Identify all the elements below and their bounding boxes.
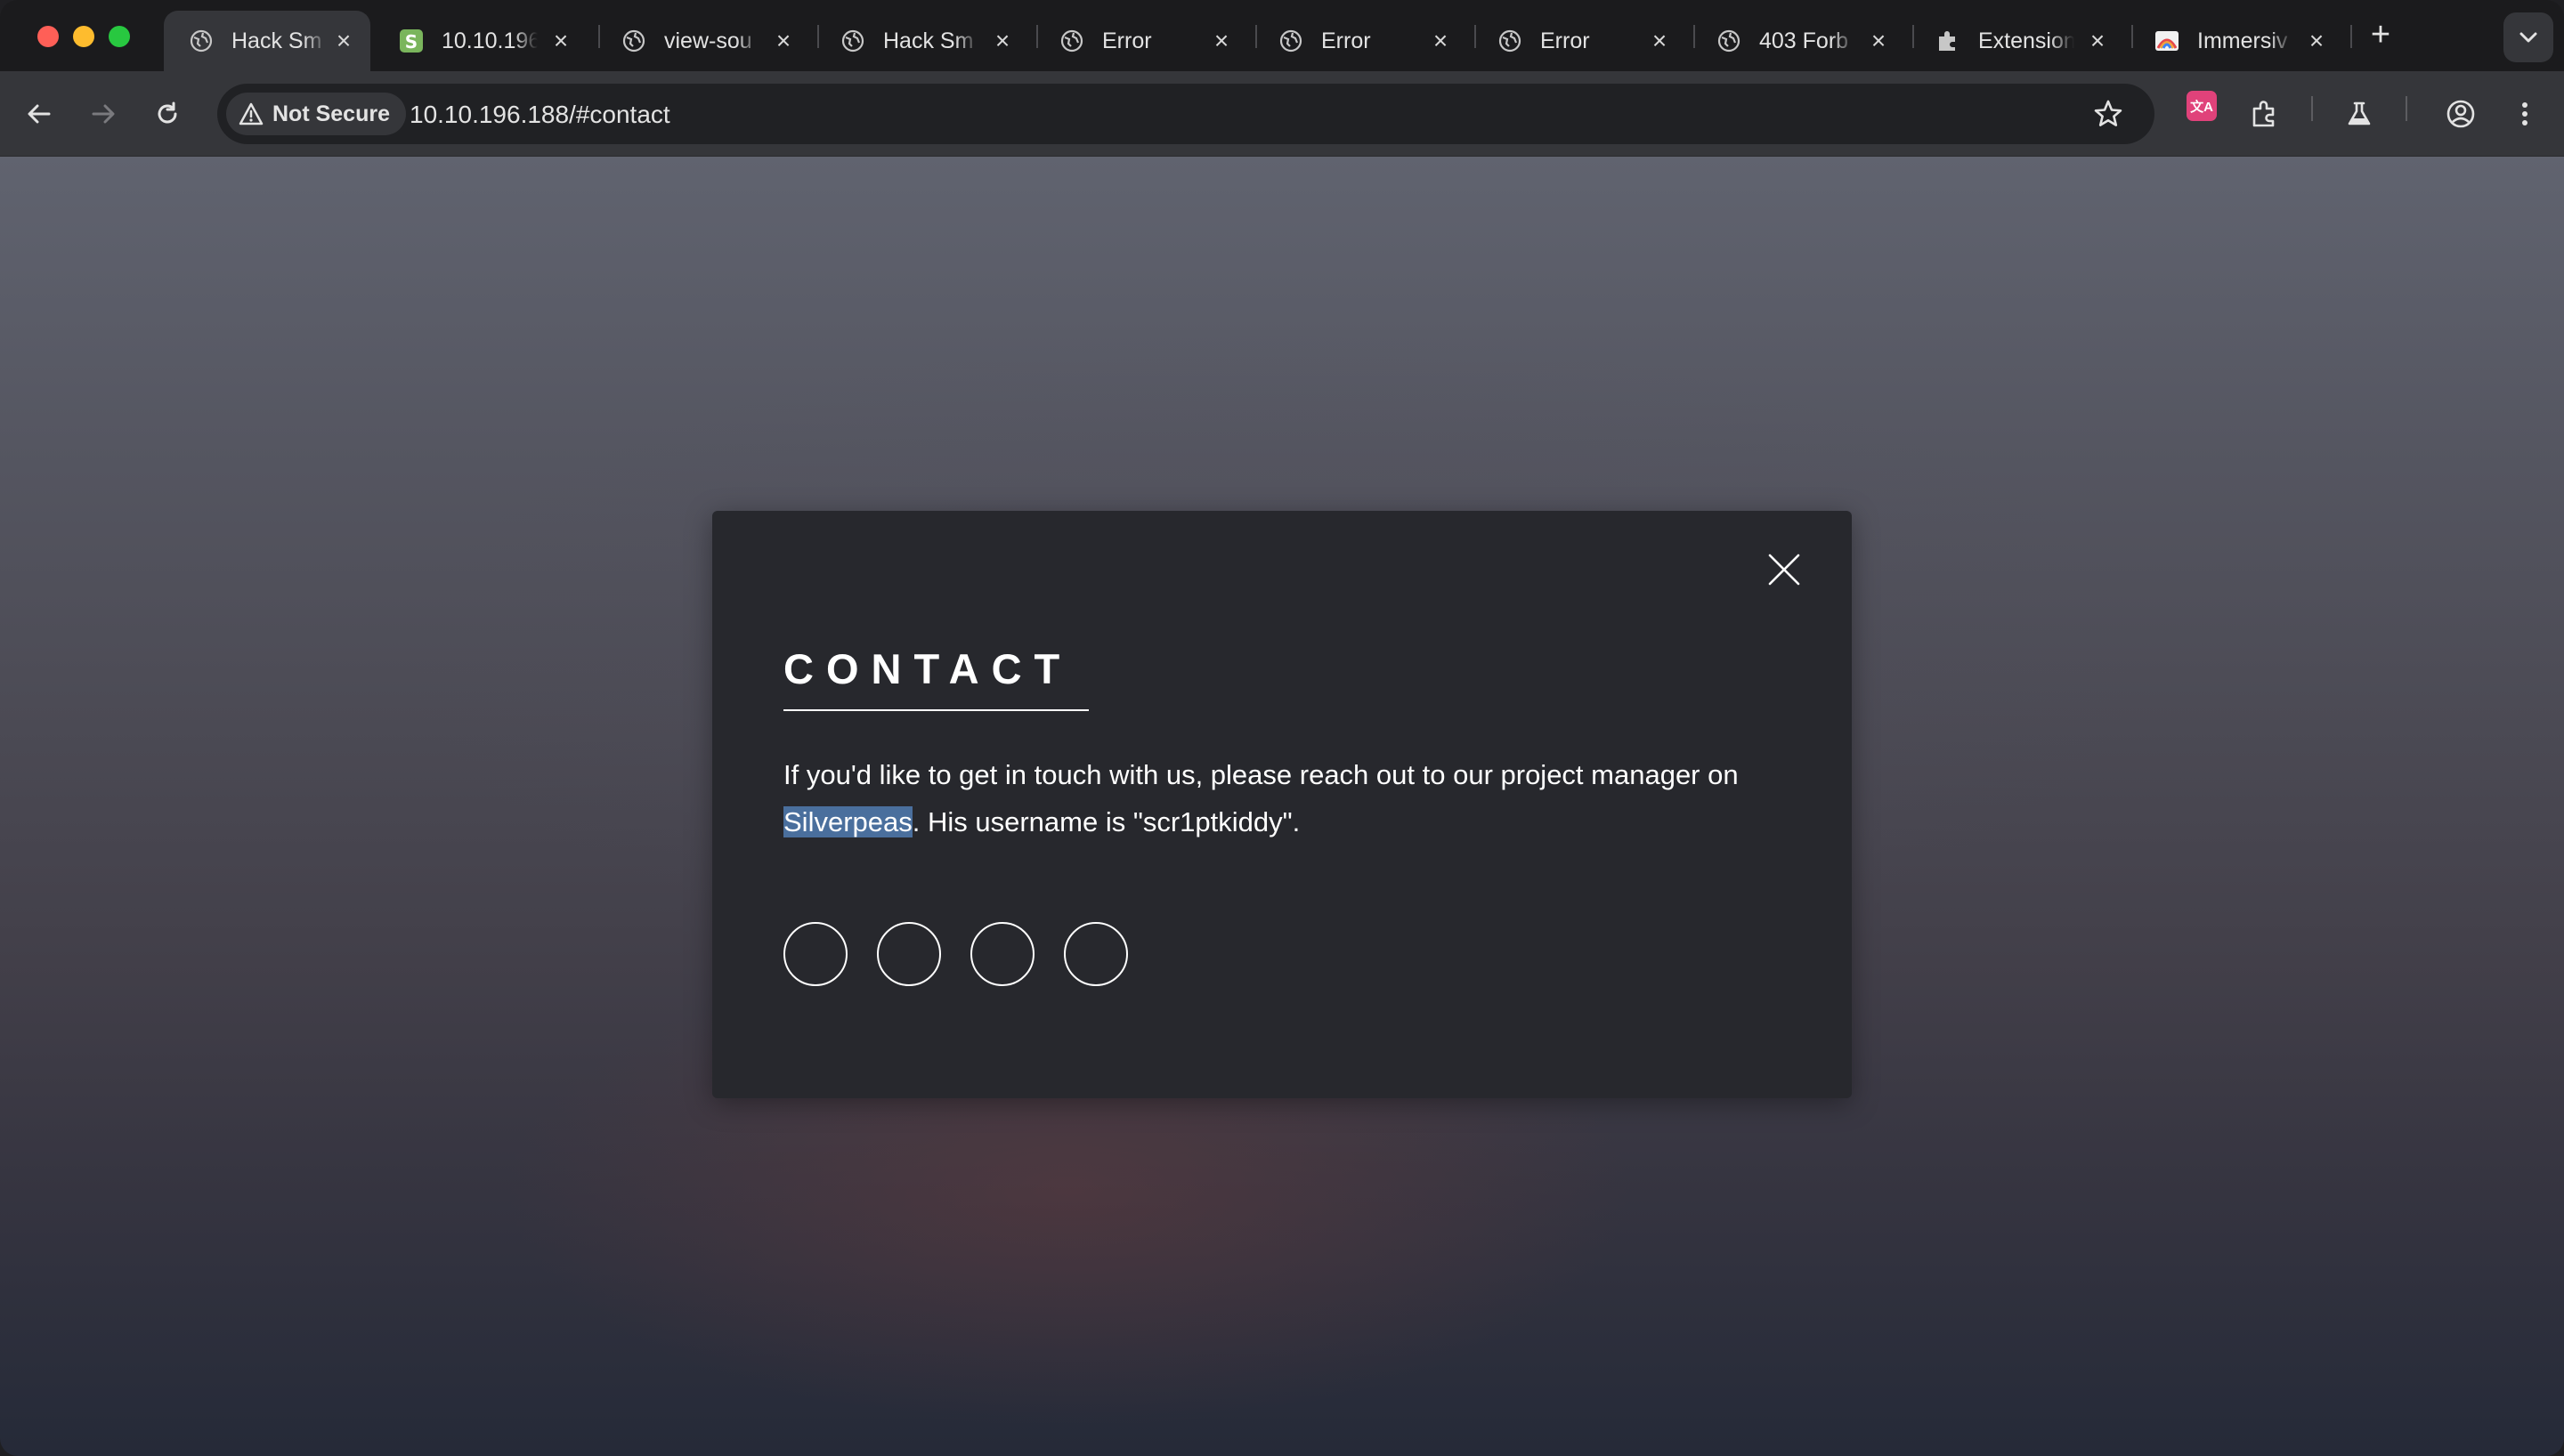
toolbar: Not Secure 10.10.196.188/#contact 文A — [0, 71, 2564, 157]
shopify-s-icon: S — [399, 28, 424, 53]
close-icon[interactable] — [1765, 550, 1804, 589]
reload-icon — [158, 101, 177, 124]
close-window-button[interactable] — [37, 26, 59, 47]
security-indicator[interactable]: Not Secure — [226, 93, 406, 135]
globe-icon — [840, 28, 865, 53]
tab-403-forbidden[interactable]: 403 Forb × — [1692, 11, 1905, 71]
svg-text:S: S — [405, 31, 418, 53]
url-text[interactable]: 10.10.196.188/#contact — [410, 101, 670, 129]
menu-button[interactable] — [2503, 93, 2546, 135]
toolbar-separator — [2311, 96, 2313, 121]
heading-underline — [783, 709, 1089, 711]
close-icon[interactable]: × — [550, 28, 572, 53]
close-icon[interactable]: × — [992, 28, 1013, 53]
tab-title: view-sou — [664, 28, 752, 53]
close-icon[interactable]: × — [333, 28, 354, 53]
social-links — [783, 922, 1157, 986]
tab-error-2[interactable]: Error × — [1254, 11, 1467, 71]
tab-view-source[interactable]: view-sou × — [596, 11, 810, 71]
labs-button[interactable] — [2338, 93, 2381, 135]
tab-title: Immersiv — [2197, 28, 2288, 53]
tab-title: Error — [1102, 28, 1152, 53]
tab-title: Error — [1321, 28, 1371, 53]
toolbar-separator — [2406, 96, 2407, 121]
globe-icon — [1716, 28, 1741, 53]
globe-icon — [1059, 28, 1084, 53]
body-text-suffix: . His username is "scr1ptkiddy". — [912, 806, 1301, 837]
back-button[interactable] — [18, 93, 61, 135]
social-circle-icon[interactable] — [783, 922, 848, 986]
reload-button[interactable] — [146, 93, 189, 135]
tab-title: Extension — [1978, 28, 2074, 53]
tab-title: Hack Sm — [883, 28, 974, 53]
address-bar[interactable]: Not Secure 10.10.196.188/#contact — [217, 84, 2154, 144]
arrow-right-icon — [92, 104, 115, 124]
tab-immersive-translate[interactable]: Immersiv × — [2130, 11, 2343, 71]
browser-window: Hack Sm × S 10.10.196 × view-sou × Hack … — [0, 0, 2564, 1456]
security-label: Not Secure — [272, 101, 390, 126]
close-icon[interactable]: × — [1211, 28, 1232, 53]
tab-extensions[interactable]: Extension × — [1911, 11, 2124, 71]
contact-body-text: If you'd like to get in touch with us, p… — [783, 751, 1807, 845]
tab-hack-smarter-2[interactable]: Hack Sm × — [815, 11, 1029, 71]
close-icon[interactable]: × — [2087, 28, 2108, 53]
globe-icon — [621, 28, 646, 53]
close-icon[interactable]: × — [773, 28, 794, 53]
profile-button[interactable] — [2439, 93, 2482, 135]
tab-search-button[interactable] — [2503, 12, 2553, 62]
immersive-translate-icon — [2154, 28, 2179, 53]
tab-title: Hack Sm — [231, 28, 322, 53]
bookmark-star-icon[interactable] — [2092, 98, 2124, 130]
close-icon[interactable]: × — [1649, 28, 1670, 53]
zoom-window-button[interactable] — [109, 26, 130, 47]
flask-icon — [2348, 101, 2371, 125]
puzzle-icon — [1935, 28, 1960, 53]
globe-icon — [1278, 28, 1303, 53]
globe-icon — [1497, 28, 1522, 53]
social-circle-icon[interactable] — [970, 922, 1035, 986]
contact-heading: CONTACT — [783, 645, 1073, 692]
close-icon[interactable]: × — [1868, 28, 1889, 53]
forward-button[interactable] — [82, 93, 125, 135]
account-circle-icon — [2446, 100, 2475, 128]
contact-modal: CONTACT If you'd like to get in touch wi… — [712, 511, 1852, 1098]
translate-extension-icon[interactable]: 文A — [2187, 91, 2217, 121]
tab-10-10-196[interactable]: S 10.10.196 × — [374, 11, 588, 71]
tab-title: Error — [1540, 28, 1590, 53]
kebab-menu-icon — [2522, 102, 2527, 125]
body-text-prefix: If you'd like to get in touch with us, p… — [783, 759, 1739, 790]
tab-error-1[interactable]: Error × — [1035, 11, 1248, 71]
tab-error-3[interactable]: Error × — [1473, 11, 1686, 71]
globe-icon — [189, 28, 214, 53]
page-viewport: CONTACT If you'd like to get in touch wi… — [0, 157, 2564, 1456]
extensions-button[interactable] — [2244, 93, 2286, 135]
selected-text-silverpeas: Silverpeas — [783, 806, 913, 837]
close-icon[interactable]: × — [1430, 28, 1451, 53]
social-circle-icon[interactable] — [877, 922, 941, 986]
tab-separator — [2350, 25, 2352, 48]
puzzle-icon — [2252, 101, 2275, 127]
tab-title: 403 Forb — [1759, 28, 1849, 53]
tab-strip: Hack Sm × S 10.10.196 × view-sou × Hack … — [0, 0, 2564, 71]
tab-hack-smarter[interactable]: Hack Sm × — [164, 11, 370, 71]
minimize-window-button[interactable] — [73, 26, 94, 47]
social-circle-icon[interactable] — [1064, 922, 1128, 986]
chevron-down-icon — [2519, 32, 2537, 43]
tab-title: 10.10.196 — [442, 28, 538, 53]
new-tab-button[interactable]: + — [2365, 18, 2397, 52]
warning-icon — [239, 102, 264, 125]
arrow-left-icon — [28, 104, 51, 124]
close-icon[interactable]: × — [2306, 28, 2327, 53]
